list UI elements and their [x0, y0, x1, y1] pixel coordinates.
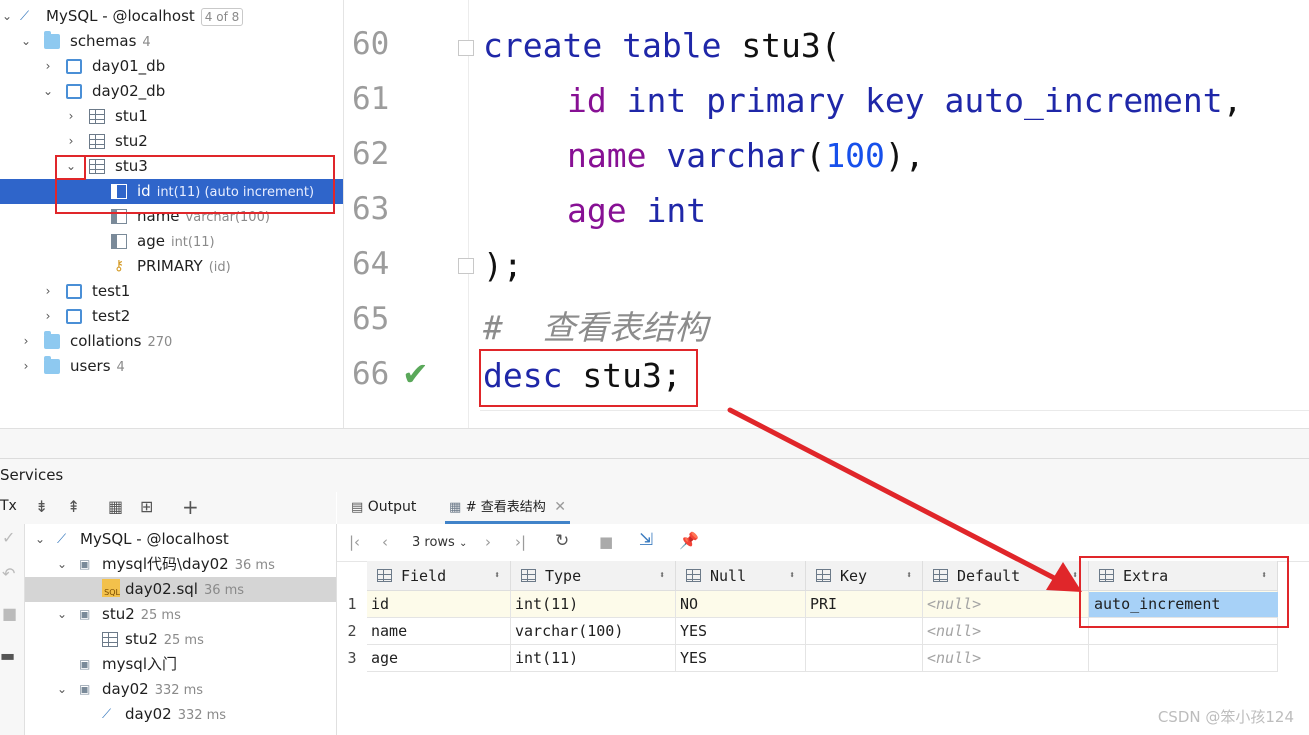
annotation-arrow [727, 407, 1082, 592]
watermark-text: CSDN @笨小孩124 [1157, 708, 1294, 726]
